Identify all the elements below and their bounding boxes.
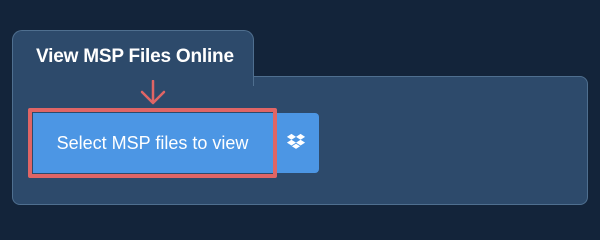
tab-title: View MSP Files Online (36, 46, 234, 67)
dropbox-button[interactable] (272, 113, 319, 173)
dropbox-icon (286, 133, 305, 149)
arrow-down-icon (140, 80, 166, 105)
select-msp-files-button[interactable]: Select MSP files to view (33, 113, 272, 173)
tab-view-msp-files[interactable]: View MSP Files Online (12, 30, 254, 86)
select-msp-files-label: Select MSP files to view (56, 132, 249, 153)
